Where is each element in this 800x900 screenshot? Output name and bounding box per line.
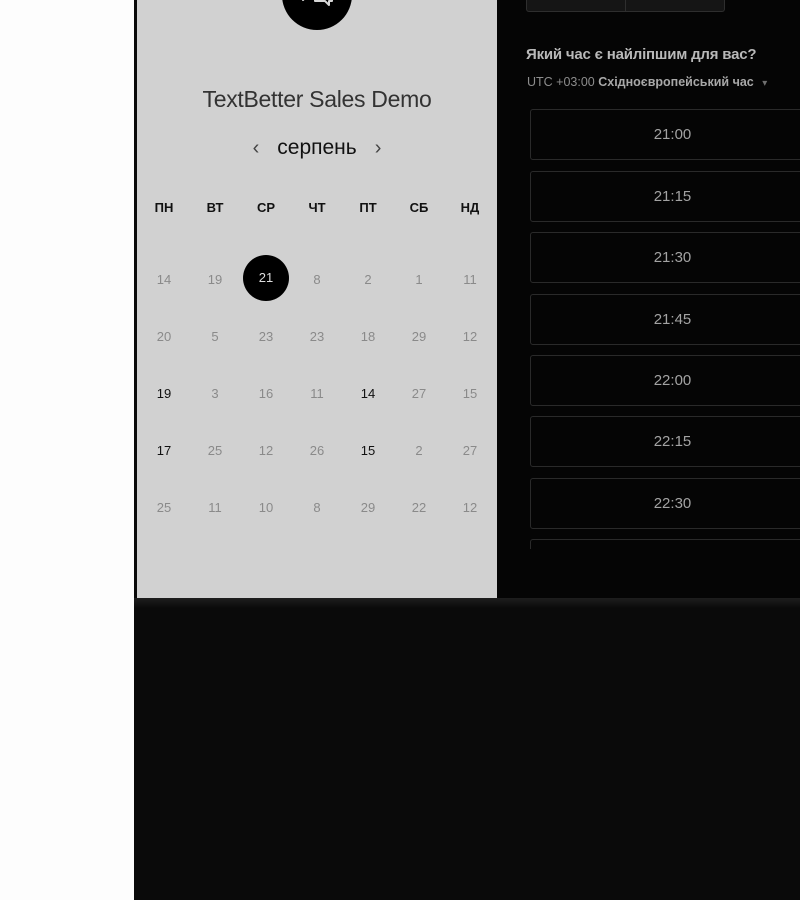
calendar-day: 25 [156,500,172,515]
weekday-fri: ПТ [359,200,377,215]
calendar-day: 15 [462,386,478,401]
calendar-day-available[interactable]: 17 [141,441,187,461]
calendar-day: 12 [462,500,478,515]
calendar-day: 2 [364,272,372,287]
weekday-mon: ПН [154,200,174,215]
calendar-day-selected[interactable]: 21 [243,255,289,301]
view-toggle-segment[interactable] [626,0,724,11]
time-slot-label: 22:15 [653,433,692,450]
time-slot-button[interactable]: 22:15 [530,416,800,467]
calendar-day: 29 [411,329,427,344]
calendar-day: 27 [462,443,478,458]
time-slot-label: 22:30 [653,495,692,512]
time-slot-button-partial[interactable] [530,539,800,549]
calendar-day: 2 [415,443,423,458]
time-slot-button[interactable]: 22:00 [530,355,800,406]
calendar-day: 16 [258,386,274,401]
calendar-day: 23 [258,329,274,344]
calendar-day: 19 [207,272,223,287]
calendar-day: 11 [208,500,222,515]
time-slot-button[interactable]: 21:00 [530,109,800,160]
calendar-day: 1 [415,272,423,287]
calendar-day: 8 [313,272,321,287]
calendar-day: 12 [258,443,274,458]
calendar-day-available[interactable]: 14 [345,384,391,404]
time-slot-label: 22:00 [653,372,692,389]
time-slot-label: 21:30 [653,249,692,266]
timezone-offset: UTC +03:00 [527,75,595,89]
weekday-wed: СР [256,200,276,215]
calendar-day: 11 [463,272,477,287]
time-slot-button[interactable]: 21:30 [530,232,800,283]
page-background-left [0,0,134,900]
calendar-day: 5 [211,329,219,344]
weekday-sat: СБ [409,200,429,215]
calendar-grid: ПН ВТ СР ЧТ ПТ СБ НД 14 19 21 8 2 1 11 2… [137,0,497,600]
view-toggle [526,0,725,12]
calendar-day: 8 [313,500,321,515]
calendar-day: 18 [360,329,376,344]
calendar-day: 12 [462,329,478,344]
weekday-thu: ЧТ [308,200,326,215]
timezone-name: Східноєвропейський час [598,75,754,89]
calendar-day: 25 [207,443,223,458]
calendar-day: 27 [411,386,427,401]
calendar-day: 11 [310,386,324,401]
calendar-day: 22 [411,500,427,515]
calendar-day-available[interactable]: 19 [141,384,187,404]
time-slot-panel: Який час є найліпшим для вас? UTC +03:00… [497,0,800,600]
time-slot-button[interactable]: 21:45 [530,294,800,345]
time-slot-label: 21:45 [653,311,692,328]
time-slot-label: 21:00 [653,126,692,143]
calendar-day: 10 [258,500,274,515]
calendar-day: 29 [360,500,376,515]
view-toggle-segment[interactable] [527,0,626,11]
time-question: Який час є найліпшим для вас? [526,46,757,63]
timezone-selector[interactable]: UTC +03:00 Східноєвропейський час ▾ [527,75,767,89]
calendar-day: 14 [156,272,172,287]
caret-down-icon: ▾ [762,78,768,89]
time-slot-button[interactable]: 21:15 [530,171,800,222]
calendar-panel: TextBetter Sales Demo ‹ серпень › ПН ВТ … [137,0,497,600]
time-slot-button[interactable]: 22:30 [530,478,800,529]
time-slot-label: 21:15 [653,188,692,205]
weekday-tue: ВТ [206,200,224,215]
panel-shadow [134,598,800,608]
calendar-day: 23 [309,329,325,344]
weekday-sun: НД [460,200,480,215]
calendar-day: 20 [156,329,172,344]
calendar-day: 26 [309,443,325,458]
calendar-day: 3 [211,386,219,401]
calendar-day-available[interactable]: 15 [345,441,391,461]
